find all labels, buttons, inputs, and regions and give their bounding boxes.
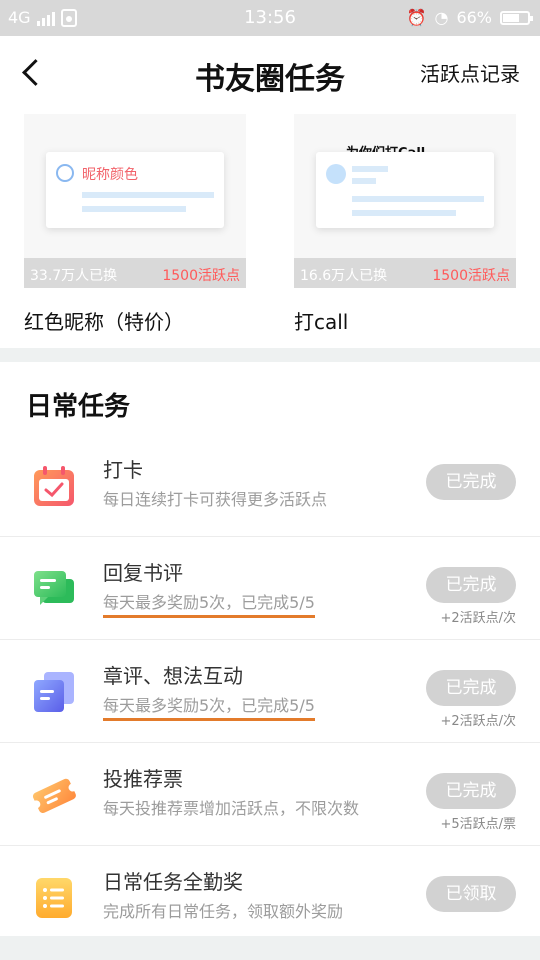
task-name: 回复书评 <box>103 561 183 585</box>
preview-line <box>352 196 484 202</box>
ticket-icon <box>32 778 76 814</box>
preview-mockup <box>316 152 494 228</box>
exchange-count: 16.6万人已换 <box>300 268 388 284</box>
activity-record-link[interactable]: 活跃点记录 <box>420 58 520 87</box>
user-icon <box>56 164 74 182</box>
points-cost: 1500活跃点 <box>162 268 240 284</box>
preview-line <box>352 166 388 172</box>
exchange-count: 33.7万人已换 <box>30 268 118 284</box>
reward-card-red-nickname[interactable]: 昵称颜色 33.7万人已换 1500活跃点 红色昵称（特价） <box>24 114 246 335</box>
preview-line <box>352 210 456 216</box>
preview-line <box>82 206 186 212</box>
battery-icon <box>500 10 533 25</box>
battery-fill <box>503 13 519 22</box>
task-status-button[interactable]: 已完成 <box>426 567 516 603</box>
card-preview: 昵称颜色 33.7万人已换 1500活跃点 <box>24 114 246 288</box>
card-footer: 33.7万人已换 1500活跃点 <box>24 258 246 288</box>
task-name: 章评、想法互动 <box>103 664 243 688</box>
chat-bubble-icon <box>34 571 74 605</box>
card-footer: 16.6万人已换 1500活跃点 <box>294 258 516 288</box>
task-checkin: 打卡 每日连续打卡可获得更多活跃点 已完成 <box>0 434 540 537</box>
task-reward: +2活跃点/次 <box>440 611 516 626</box>
task-reply-review: 回复书评 每天最多奖励5次，已完成5/5 已完成 +2活跃点/次 <box>0 537 540 640</box>
task-desc: 每日连续打卡可获得更多活跃点 <box>103 490 328 509</box>
notes-icon <box>34 672 74 712</box>
battery-percent: 66% <box>456 8 492 27</box>
task-reward: +5活跃点/票 <box>440 817 516 832</box>
task-status-button[interactable]: 已领取 <box>426 876 516 912</box>
task-name: 日常任务全勤奖 <box>103 870 243 894</box>
preview-line <box>82 192 214 198</box>
task-desc: 每天最多奖励5次，已完成5/5 <box>103 692 315 721</box>
task-name: 投推荐票 <box>103 767 183 791</box>
status-bar: 4G 13:56 ⏰ ◔ 66% <box>0 0 540 36</box>
task-reward: +2活跃点/次 <box>440 714 516 729</box>
card-name: 红色昵称（特价） <box>24 310 184 334</box>
card-name: 打call <box>294 310 349 334</box>
preview-mockup: 昵称颜色 <box>46 152 224 228</box>
alarm-icon: ⏰ <box>406 8 427 27</box>
task-status-button[interactable]: 已完成 <box>426 464 516 500</box>
reward-card-call[interactable]: 为你们打Call 16.6万人已换 1500活跃点 打call <box>294 114 516 335</box>
task-desc: 每天最多奖励5次，已完成5/5 <box>103 589 315 618</box>
list-icon <box>36 878 72 918</box>
section-title: 日常任务 <box>26 392 131 422</box>
calendar-check-icon <box>34 466 74 506</box>
daily-tasks: 日常任务 打卡 每日连续打卡可获得更多活跃点 已完成 回复书评 每天最多奖励5次… <box>0 362 540 936</box>
card-preview: 为你们打Call 16.6万人已换 1500活跃点 <box>294 114 516 288</box>
task-full-attendance: 日常任务全勤奖 完成所有日常任务，领取额外奖励 已领取 <box>0 846 540 949</box>
task-name: 打卡 <box>103 458 143 482</box>
avatar <box>326 164 346 184</box>
task-desc: 每天投推荐票增加活跃点，不限次数 <box>103 799 360 818</box>
status-right: ⏰ ◔ 66% <box>406 8 533 27</box>
points-cost: 1500活跃点 <box>432 268 510 284</box>
wifi-icon: ◔ <box>434 8 449 27</box>
preview-line <box>352 178 376 184</box>
task-recommend-vote: 投推荐票 每天投推荐票增加活跃点，不限次数 已完成 +5活跃点/票 <box>0 743 540 846</box>
reward-cards: 昵称颜色 33.7万人已换 1500活跃点 红色昵称（特价） 为你们打Call … <box>0 110 540 348</box>
preview-label: 昵称颜色 <box>82 167 138 183</box>
header: 书友圈任务 活跃点记录 <box>0 36 540 110</box>
task-chapter-interaction: 章评、想法互动 每天最多奖励5次，已完成5/5 已完成 +2活跃点/次 <box>0 640 540 743</box>
task-status-button[interactable]: 已完成 <box>426 670 516 706</box>
task-status-button[interactable]: 已完成 <box>426 773 516 809</box>
task-desc: 完成所有日常任务，领取额外奖励 <box>103 902 344 921</box>
